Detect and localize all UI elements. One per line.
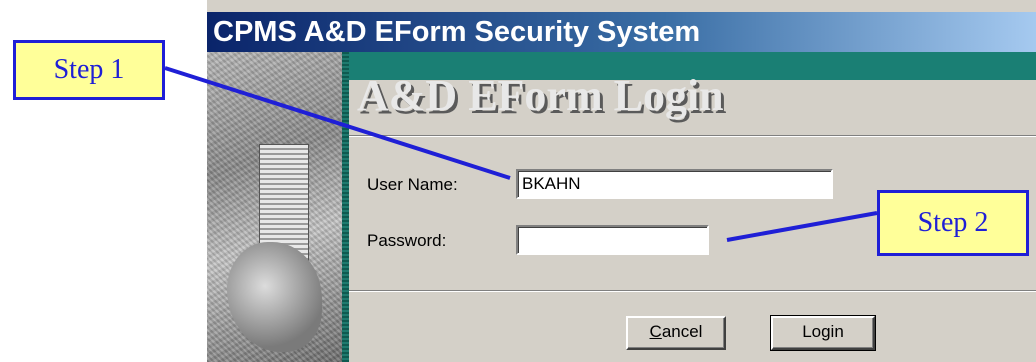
side-banner-image bbox=[207, 52, 342, 362]
cancel-label: ancel bbox=[661, 322, 703, 341]
login-label: Login bbox=[802, 322, 844, 341]
step1-label: Step 1 bbox=[53, 54, 125, 85]
step2-callout: Step 2 bbox=[877, 190, 1029, 256]
window-title-bar[interactable]: CPMS A&D EForm Security System bbox=[207, 12, 1036, 52]
login-button[interactable]: Login bbox=[770, 315, 876, 351]
cancel-accelerator: C bbox=[649, 322, 662, 341]
window-title: CPMS A&D EForm Security System bbox=[213, 16, 701, 48]
header-separator bbox=[349, 135, 1036, 137]
cancel-button[interactable]: Cancel bbox=[626, 316, 726, 350]
login-heading: A&D EForm Login bbox=[357, 71, 724, 120]
username-field[interactable] bbox=[516, 169, 833, 199]
step1-callout: Step 1 bbox=[13, 40, 165, 100]
step2-label: Step 2 bbox=[917, 207, 989, 238]
handshake-graphic bbox=[227, 242, 322, 352]
login-dialog: CPMS A&D EForm Security System A&D EForm… bbox=[205, 0, 1036, 362]
username-label: User Name: bbox=[367, 175, 458, 194]
banner-divider bbox=[342, 52, 349, 362]
password-label: Password: bbox=[367, 231, 447, 250]
button-separator bbox=[349, 290, 1036, 292]
password-field[interactable] bbox=[516, 225, 709, 255]
